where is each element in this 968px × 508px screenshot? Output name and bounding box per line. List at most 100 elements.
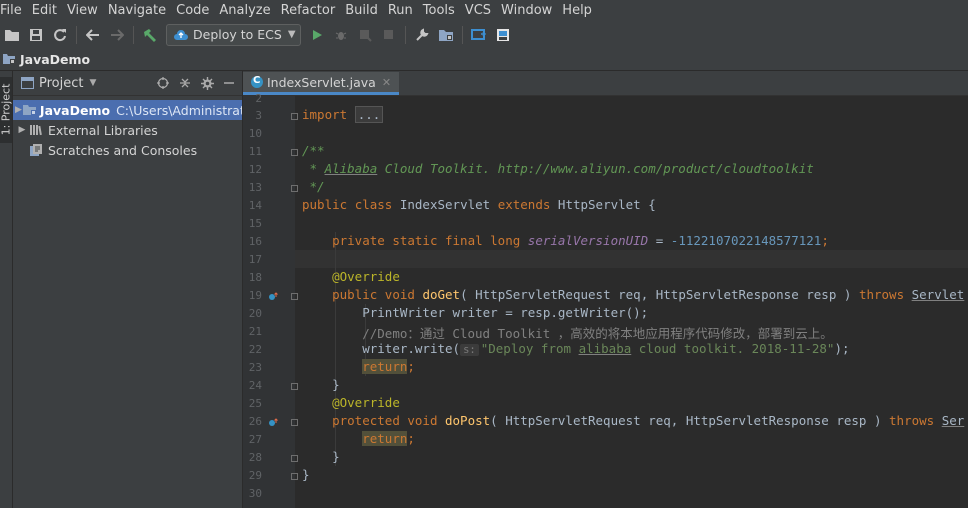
back-button[interactable]	[81, 24, 105, 46]
line-number: 25	[248, 397, 262, 410]
run-configuration-label: Deploy to ECS	[193, 27, 282, 42]
toolbar-separator	[404, 25, 406, 44]
tree-item-path: C:\Users\Administrator	[116, 102, 242, 118]
forward-button[interactable]	[105, 24, 129, 46]
deploy-button[interactable]	[467, 24, 491, 46]
run-button[interactable]	[305, 24, 329, 46]
code-editor[interactable]: import ... /** * Alibaba Cloud Toolkit. …	[295, 96, 968, 508]
main-toolbar: Deploy to ECS ▼	[0, 21, 968, 49]
code-line-20: PrintWriter writer = resp.getWriter();	[362, 305, 649, 320]
code-line-26: protected void doPost( HttpServletReques…	[332, 413, 965, 428]
chevron-down-icon: ▼	[287, 29, 296, 40]
line-number: 3	[255, 109, 262, 122]
tree-item-javademo[interactable]: ▶ JavaDemo C:\Users\Administrator	[13, 100, 242, 120]
line-number: 10	[248, 127, 262, 140]
code-line-19: public void doGet( HttpServletRequest re…	[332, 287, 965, 302]
menu-analyze[interactable]: Analyze	[214, 0, 275, 21]
tree-item-label: Scratches and Consoles	[48, 142, 198, 158]
coverage-icon	[359, 29, 372, 42]
code-line-21: //Demo：通过 Cloud Toolkit ，高效的将本地应用程序代码修改，…	[362, 326, 833, 341]
java-class-icon	[251, 75, 263, 88]
expand-arrow-icon[interactable]: ▶	[15, 125, 29, 135]
line-number: 19	[248, 289, 262, 302]
stop-button[interactable]	[377, 24, 401, 46]
open-folder-button[interactable]	[0, 24, 24, 46]
code-line-22: writer.write(s: "Deploy from alibaba clou…	[362, 341, 850, 356]
chevron-down-icon[interactable]: ▼	[89, 78, 96, 88]
coverage-button[interactable]	[353, 24, 377, 46]
line-number: 22	[248, 343, 262, 356]
refresh-icon	[54, 28, 66, 41]
menu-help[interactable]: Help	[557, 0, 597, 21]
menu-vcs[interactable]: VCS	[460, 0, 496, 21]
code-line-28: }	[332, 449, 340, 464]
editor-tabs: IndexServlet.java ✕	[243, 71, 968, 96]
editor-area: IndexServlet.java ✕ 2 3 10 11 12 13 14 1…	[243, 71, 968, 508]
project-panel-actions	[152, 74, 240, 92]
minimize-icon[interactable]	[218, 74, 240, 92]
menu-run[interactable]: Run	[383, 0, 418, 21]
line-number: 21	[248, 325, 262, 338]
editor-gutter: 2 3 10 11 12 13 14 15 16 17 18 19 20 21 …	[243, 92, 298, 508]
tree-item-label: External Libraries	[48, 122, 158, 138]
code-line-13: */	[302, 179, 325, 194]
breadcrumb-project[interactable]: JavaDemo	[20, 52, 90, 67]
override-method-icon[interactable]	[268, 292, 278, 302]
line-number: 23	[248, 361, 262, 374]
debug-button[interactable]	[329, 24, 353, 46]
line-number: 29	[248, 469, 262, 482]
menu-window[interactable]: Window	[496, 0, 557, 21]
line-number: 13	[248, 181, 262, 194]
run-configuration-select[interactable]: Deploy to ECS ▼	[166, 23, 301, 46]
menu-bar: File Edit View Navigate Code Analyze Ref…	[0, 0, 968, 21]
code-line-3: import ...	[302, 106, 384, 123]
line-number: 16	[248, 235, 262, 248]
menu-edit[interactable]: Edit	[27, 0, 62, 21]
line-number: 11	[248, 145, 262, 158]
menu-refactor[interactable]: Refactor	[276, 0, 341, 21]
wrench-icon	[415, 27, 429, 41]
line-number: 28	[248, 451, 262, 464]
menu-tools[interactable]: Tools	[418, 0, 460, 21]
project-folder-icon	[3, 54, 15, 64]
scratches-icon	[29, 143, 45, 157]
menu-file[interactable]: File	[0, 0, 27, 21]
collapse-all-icon[interactable]	[174, 74, 196, 92]
override-method-icon[interactable]	[268, 418, 278, 428]
tab-indexservlet[interactable]: IndexServlet.java ✕	[243, 72, 400, 95]
close-icon[interactable]: ✕	[382, 76, 391, 89]
save-button[interactable]	[24, 24, 48, 46]
stop-icon	[384, 30, 394, 39]
toolbar-separator	[133, 25, 134, 44]
code-line-27: return;	[362, 431, 415, 446]
menu-view[interactable]: View	[62, 0, 103, 21]
sync-button[interactable]	[48, 24, 72, 46]
arrow-right-icon	[111, 28, 124, 41]
cloud-icon	[174, 29, 188, 40]
line-number: 17	[248, 253, 262, 266]
project-tool-window-tab[interactable]: 1: Project	[0, 77, 13, 143]
build-button[interactable]	[138, 24, 162, 46]
expand-arrow-icon[interactable]: ▶	[15, 105, 22, 115]
tree-item-external-libraries[interactable]: ▶ External Libraries	[13, 120, 242, 140]
code-line-29: }	[302, 467, 310, 482]
tree-item-scratches[interactable]: Scratches and Consoles	[13, 140, 242, 160]
project-structure-button[interactable]	[434, 24, 458, 46]
code-line-14: public class IndexServlet extends HttpSe…	[302, 197, 656, 212]
menu-build[interactable]: Build	[340, 0, 383, 21]
folder-icon	[5, 29, 19, 41]
locate-icon[interactable]	[152, 74, 174, 92]
settings-button[interactable]	[410, 24, 434, 46]
upload-button[interactable]	[491, 24, 515, 46]
project-view-selector[interactable]: Project	[39, 76, 83, 91]
tab-label: IndexServlet.java	[267, 74, 376, 90]
menu-code[interactable]: Code	[171, 0, 214, 21]
gear-icon[interactable]	[196, 74, 218, 92]
menu-navigate[interactable]: Navigate	[103, 0, 171, 21]
collapsed-imports[interactable]: ...	[354, 106, 384, 123]
deploy-icon	[470, 28, 486, 40]
save-icon	[30, 28, 42, 41]
code-line-24: }	[332, 377, 340, 392]
arrow-left-icon	[86, 28, 99, 41]
project-structure-icon	[438, 29, 453, 41]
